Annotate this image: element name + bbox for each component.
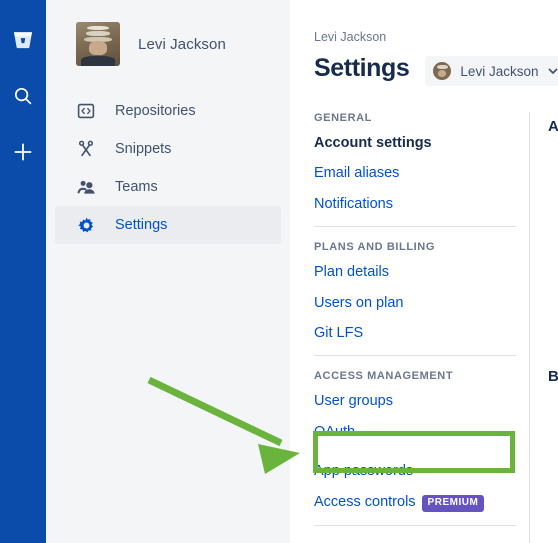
settings-group-access-management: ACCESS MANAGEMENT User groups OAuth App … xyxy=(314,370,516,512)
menu-divider xyxy=(314,226,516,228)
sidebar-item-settings[interactable]: Settings xyxy=(55,206,281,244)
bitbucket-settings-page: Levi Jackson Repositories Snippets Teams… xyxy=(0,0,558,543)
sidebar-item-label: Settings xyxy=(115,216,168,233)
premium-badge: PREMIUM xyxy=(421,494,485,512)
settings-group-general: GENERAL Account settings Email aliases N… xyxy=(314,112,516,213)
avatar xyxy=(76,22,120,66)
settings-link-notifications[interactable]: Notifications xyxy=(314,196,516,213)
breadcrumb[interactable]: Levi Jackson xyxy=(314,30,558,44)
scissors-icon xyxy=(76,139,96,159)
settings-link-account-settings[interactable]: Account settings xyxy=(314,135,516,152)
detail-panel-clipped: A B xyxy=(548,0,558,543)
sidebar-profile[interactable]: Levi Jackson xyxy=(46,0,290,66)
create-icon[interactable] xyxy=(9,138,37,166)
settings-link-users-on-plan[interactable]: Users on plan xyxy=(314,295,516,312)
settings-link-user-groups[interactable]: User groups xyxy=(314,393,516,410)
code-brackets-icon xyxy=(76,101,96,121)
page-header: Settings Levi Jackson xyxy=(314,50,558,86)
global-nav-rail xyxy=(0,0,46,543)
avatar xyxy=(433,62,452,80)
clipped-heading: A xyxy=(548,118,558,135)
menu-divider xyxy=(314,355,516,357)
account-sidebar: Levi Jackson Repositories Snippets Teams… xyxy=(46,0,290,543)
section-heading: GENERAL xyxy=(314,112,372,124)
clipped-heading: B xyxy=(548,368,558,385)
sidebar-item-snippets[interactable]: Snippets xyxy=(55,130,281,168)
settings-link-app-passwords[interactable]: App passwords xyxy=(314,463,516,480)
content-vertical-divider xyxy=(529,112,530,543)
page-title: Settings xyxy=(314,53,410,82)
gear-icon xyxy=(76,215,96,235)
section-heading: PLANS AND BILLING xyxy=(314,241,436,254)
settings-link-email-aliases[interactable]: Email aliases xyxy=(314,165,516,182)
account-switcher-dropdown[interactable]: Levi Jackson xyxy=(425,56,558,86)
menu-divider-bottom xyxy=(314,524,516,526)
settings-link-git-lfs[interactable]: Git LFS xyxy=(314,325,516,342)
sidebar-item-repositories[interactable]: Repositories xyxy=(55,92,281,130)
people-icon xyxy=(76,177,96,197)
sidebar-nav: Repositories Snippets Teams Settings xyxy=(46,92,290,244)
sidebar-item-label: Snippets xyxy=(115,140,172,157)
settings-link-access-controls-label: Access controls xyxy=(314,493,416,510)
profile-name: Levi Jackson xyxy=(138,35,226,53)
main-content: Levi Jackson Settings Levi Jackson GENER… xyxy=(290,0,558,543)
account-switcher-label: Levi Jackson xyxy=(460,63,539,79)
sidebar-item-teams[interactable]: Teams xyxy=(55,168,281,206)
settings-link-oauth[interactable]: OAuth xyxy=(314,424,516,441)
settings-group-plans-and-billing: PLANS AND BILLING Plan details Users on … xyxy=(314,241,516,342)
settings-nav-menu: GENERAL Account settings Email aliases N… xyxy=(314,112,516,526)
settings-link-access-controls[interactable]: Access controls PREMIUM xyxy=(314,494,516,512)
settings-link-plan-details[interactable]: Plan details xyxy=(314,264,516,281)
sidebar-item-label: Repositories xyxy=(115,102,196,119)
sidebar-item-label: Teams xyxy=(115,178,158,195)
bitbucket-logo-icon[interactable] xyxy=(9,26,37,54)
section-heading: ACCESS MANAGEMENT xyxy=(314,370,454,383)
search-icon[interactable] xyxy=(9,82,37,110)
